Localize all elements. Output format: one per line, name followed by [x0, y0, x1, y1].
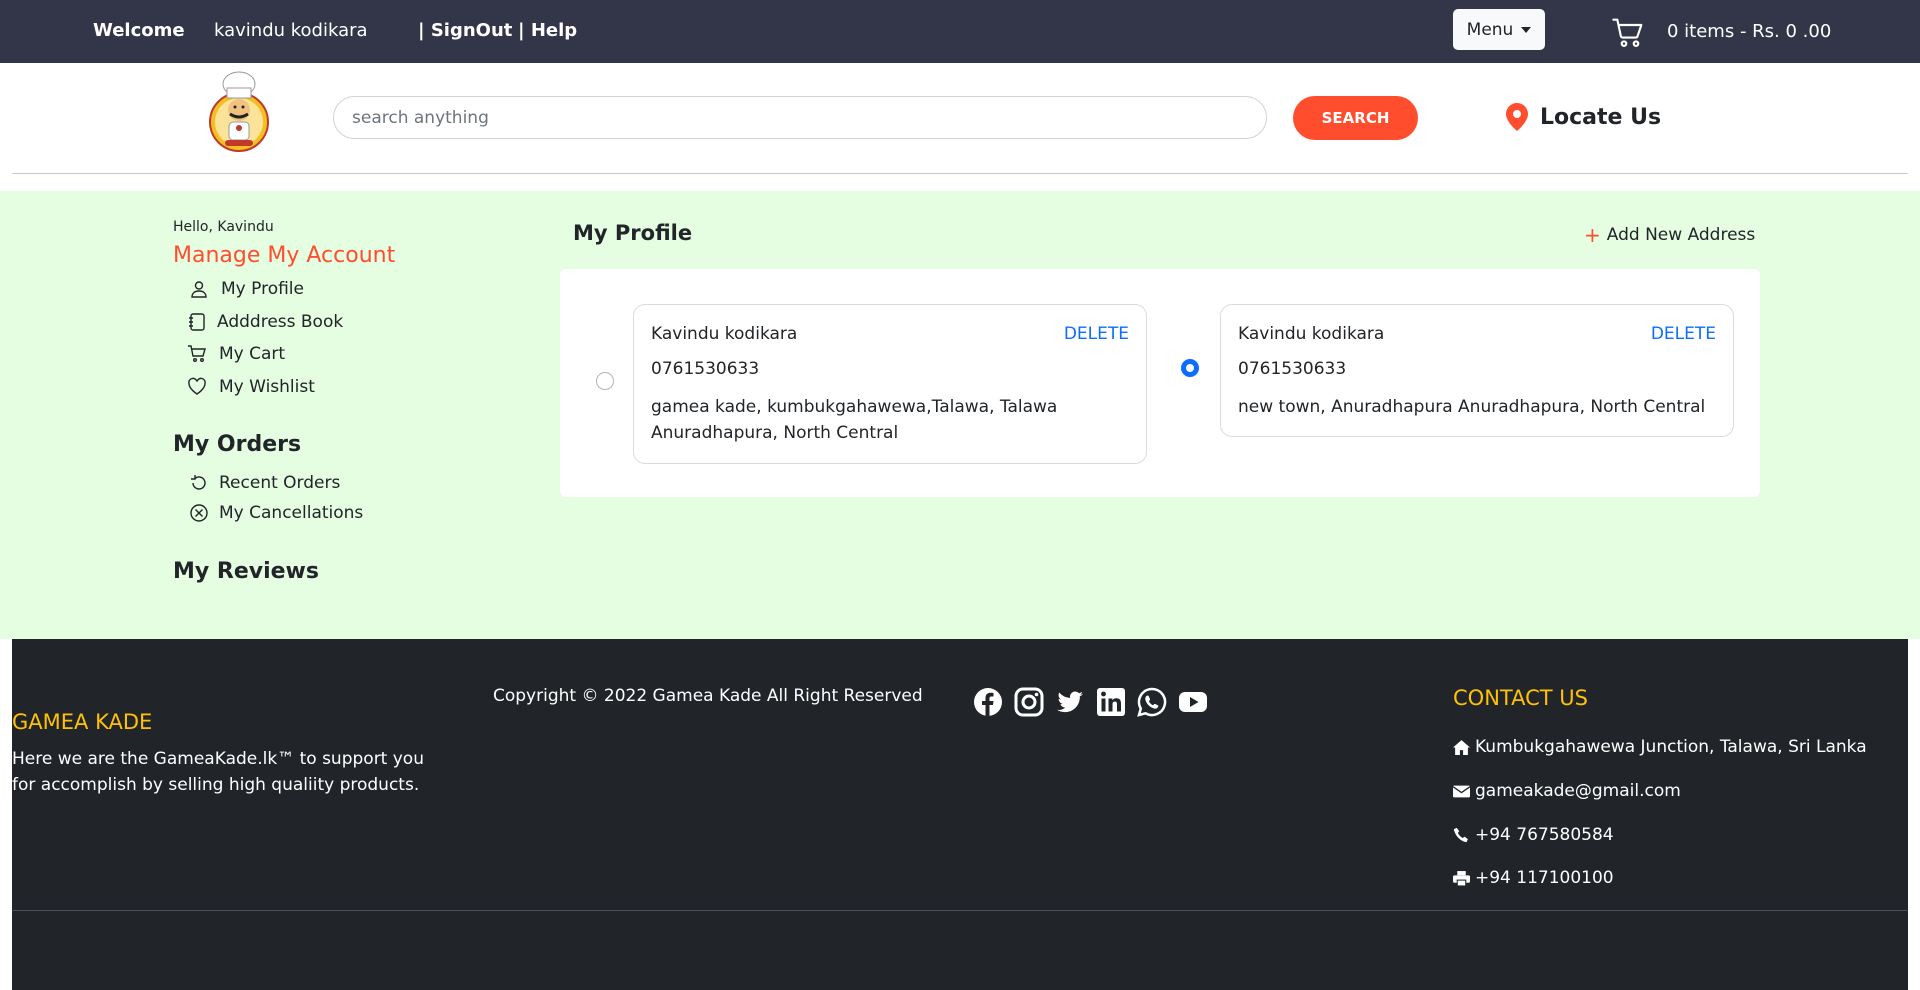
sidebar-item-wishlist[interactable]: My Wishlist	[187, 377, 315, 397]
sidebar-item-address-book[interactable]: Adddress Book	[187, 312, 343, 332]
contact-phone-text: +94 767580584	[1475, 825, 1614, 845]
footer-brand: GAMEA KADE	[12, 710, 153, 734]
greeting: Hello, Kavindu	[173, 219, 274, 235]
address-radio[interactable]	[596, 372, 614, 390]
linkedin-icon[interactable]	[1096, 687, 1126, 717]
facebook-icon[interactable]	[973, 687, 1003, 717]
manage-account-title[interactable]: Manage My Account	[173, 243, 395, 268]
address-radio[interactable]	[1181, 359, 1199, 377]
sidebar-item-label: My Wishlist	[219, 377, 315, 397]
sidebar-item-recent-orders[interactable]: Recent Orders	[189, 473, 340, 493]
contact-address: Kumbukgahawewa Junction, Talawa, Sri Lan…	[1453, 737, 1867, 757]
address-phone: 0761530633	[1238, 359, 1347, 379]
welcome-text: Welcome	[93, 20, 185, 41]
whatsapp-icon[interactable]	[1137, 687, 1167, 717]
cart-icon[interactable]	[1612, 17, 1644, 49]
my-reviews-title[interactable]: My Reviews	[173, 559, 319, 584]
sidebar-item-cancellations[interactable]: My Cancellations	[189, 503, 363, 523]
instagram-icon[interactable]	[1014, 687, 1044, 717]
sidebar-item-label: My Cart	[219, 344, 286, 364]
sidebar-item-cart[interactable]: My Cart	[187, 344, 285, 364]
printer-icon	[1453, 870, 1470, 886]
address-name: Kavindu kodikara	[651, 324, 798, 344]
footer: GAMEA KADE Here we are the GameaKade.lk™…	[12, 639, 1908, 990]
locate-us-link[interactable]: Locate Us	[1506, 103, 1661, 131]
header: SEARCH Locate Us	[0, 63, 1920, 191]
sidebar-item-label: Adddress Book	[217, 312, 344, 332]
contact-email-text: gameakade@gmail.com	[1475, 781, 1681, 801]
signout-link[interactable]: | SignOut	[418, 20, 512, 41]
delete-address-button[interactable]: DELETE	[1064, 324, 1129, 344]
social-links	[973, 687, 1208, 717]
contact-phone[interactable]: +94 767580584	[1453, 825, 1614, 845]
search-input[interactable]	[333, 96, 1267, 139]
address-phone: 0761530633	[651, 359, 760, 379]
heart-icon	[188, 377, 206, 395]
address-card: Kavindu kodikara DELETE 0761530633 gamea…	[633, 304, 1147, 464]
envelope-icon	[1453, 785, 1470, 797]
address-book-icon	[189, 313, 205, 331]
delete-address-button[interactable]: DELETE	[1651, 324, 1716, 344]
my-orders-title[interactable]: My Orders	[173, 432, 301, 457]
add-new-address-link[interactable]: + Add New Address	[1584, 223, 1755, 247]
sidebar-item-label: My Cancellations	[219, 503, 364, 523]
twitter-icon[interactable]	[1055, 687, 1085, 717]
menu-label: Menu	[1466, 19, 1514, 40]
contact-address-text: Kumbukgahawewa Junction, Talawa, Sri Lan…	[1475, 737, 1867, 757]
account-main: Hello, Kavindu Manage My Account My Prof…	[0, 191, 1920, 639]
address-line: gamea kade, kumbukgahawewa,Talawa, Talaw…	[651, 397, 1058, 443]
username-text: kavindu kodikara	[214, 20, 368, 41]
address-line: new town, Anuradhapura Anuradhapura, Nor…	[1238, 397, 1706, 417]
sidebar-item-label: My Profile	[221, 279, 304, 299]
cancel-circle-icon	[190, 504, 208, 522]
home-icon	[1453, 739, 1470, 755]
cart-icon	[188, 345, 206, 362]
user-icon	[191, 281, 207, 298]
sidebar-item-label: Recent Orders	[219, 473, 341, 493]
map-pin-icon	[1506, 103, 1528, 131]
contact-us-title: CONTACT US	[1453, 686, 1588, 710]
refresh-icon	[191, 475, 206, 490]
chef-logo[interactable]	[205, 70, 273, 152]
search-button[interactable]: SEARCH	[1293, 96, 1418, 140]
sidebar-item-profile[interactable]: My Profile	[189, 279, 304, 299]
help-link[interactable]: | Help	[518, 20, 577, 41]
header-divider	[12, 173, 1908, 174]
copyright-text: Copyright © 2022 Gamea Kade All Right Re…	[493, 686, 923, 706]
menu-dropdown-button[interactable]: Menu	[1453, 9, 1545, 50]
address-card: Kavindu kodikara DELETE 0761530633 new t…	[1220, 304, 1734, 437]
top-bar: Welcome kavindu kodikara | SignOut | Hel…	[0, 0, 1920, 63]
contact-fax-text: +94 117100100	[1475, 868, 1614, 888]
address-name: Kavindu kodikara	[1238, 324, 1385, 344]
footer-divider	[12, 910, 1908, 911]
plus-icon: +	[1584, 223, 1601, 247]
address-panel: Kavindu kodikara DELETE 0761530633 gamea…	[560, 269, 1760, 497]
contact-fax: +94 117100100	[1453, 868, 1614, 888]
add-address-label: Add New Address	[1606, 225, 1756, 245]
contact-email[interactable]: gameakade@gmail.com	[1453, 781, 1681, 801]
page-title: My Profile	[573, 221, 693, 245]
caret-down-icon	[1521, 26, 1532, 33]
youtube-icon[interactable]	[1178, 687, 1208, 717]
footer-about: Here we are the GameaKade.lk™ to support…	[12, 749, 424, 795]
locate-us-label: Locate Us	[1540, 104, 1662, 130]
cart-summary[interactable]: 0 items - Rs. 0 .00	[1667, 21, 1831, 42]
phone-icon	[1453, 827, 1468, 842]
